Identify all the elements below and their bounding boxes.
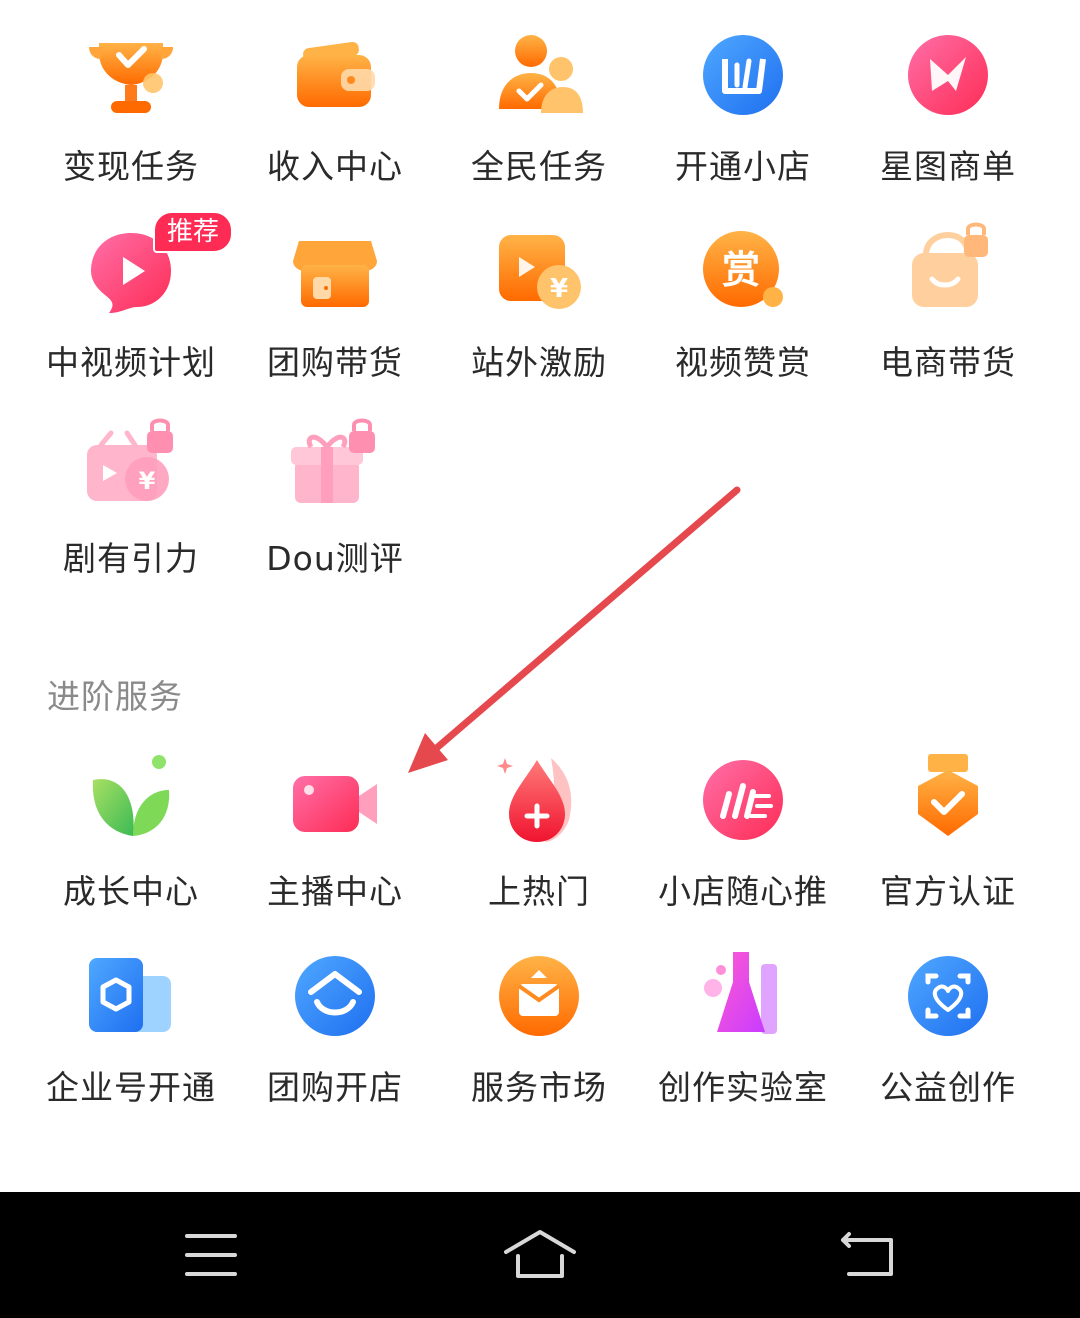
grid-item-enterprise-account[interactable]: 企业号开通 xyxy=(29,931,233,1111)
grid-item-dou-review[interactable]: Dou测评 xyxy=(233,402,437,582)
system-navigation-bar xyxy=(0,1192,1080,1318)
grid-item-label: 创作实验室 xyxy=(658,1068,828,1107)
grid-item-label: 公益创作 xyxy=(880,1068,1016,1107)
reward-coin-icon: 赏 xyxy=(693,221,793,321)
grid-item-label: 团购开店 xyxy=(267,1068,403,1107)
trophy-icon xyxy=(81,25,181,125)
menu-icon xyxy=(185,1234,237,1276)
grid-item-label: 电商带货 xyxy=(880,343,1016,382)
reward-glyph: 赏 xyxy=(722,248,760,292)
grid-item-label: 团购带货 xyxy=(267,343,403,382)
back-icon xyxy=(841,1232,893,1276)
grid-item-streamer-center[interactable]: 主播中心 xyxy=(233,735,437,915)
grid-item-group-buy-open-shop[interactable]: 团购开店 xyxy=(233,931,437,1111)
badge-check-icon xyxy=(898,750,998,850)
grid-item-label: 服务市场 xyxy=(471,1068,607,1107)
storefront-icon xyxy=(285,221,385,321)
grid-item-label: 站外激励 xyxy=(471,343,607,382)
grid-item-label: 变现任务 xyxy=(63,147,199,186)
grid-item-open-shop[interactable]: 开通小店 xyxy=(641,10,845,190)
services-panel: 变现任务 收入中心 全民任务 开通小店 星图商单 推荐 中视频计划 团购带货 ¥… xyxy=(0,0,1080,1192)
grid-item-label: 全民任务 xyxy=(471,147,607,186)
svg-text:¥: ¥ xyxy=(550,274,568,304)
wallet-icon xyxy=(285,25,385,125)
grid-item-shop-boost[interactable]: 小店随心推 xyxy=(641,735,845,915)
grid-item-ecommerce-sales[interactable]: 电商带货 xyxy=(846,206,1050,386)
flame-drop-icon xyxy=(489,750,589,850)
grid-item-star-map-orders[interactable]: 星图商单 xyxy=(846,10,1050,190)
grid-item-label: 剧有引力 xyxy=(63,539,199,578)
flask-lab-icon xyxy=(693,946,793,1046)
grid-item-monetize-tasks[interactable]: 变现任务 xyxy=(29,10,233,190)
grid-item-group-buy-sales[interactable]: 团购带货 xyxy=(233,206,437,386)
grid-item-label: 官方认证 xyxy=(880,872,1016,911)
video-camera-icon xyxy=(285,750,385,850)
grid-item-label: 星图商单 xyxy=(880,147,1016,186)
group-buy-shop-icon xyxy=(285,946,385,1046)
drama-yen-lock-icon: ¥ xyxy=(81,417,181,517)
grid-item-label: 上热门 xyxy=(488,872,590,911)
play-bubble-icon: 推荐 xyxy=(81,211,234,321)
shop-logo-icon xyxy=(693,25,793,125)
service-market-icon xyxy=(489,946,589,1046)
enterprise-icon xyxy=(81,946,181,1046)
grid-item-offsite-incentive[interactable]: ¥ 站外激励 xyxy=(437,206,641,386)
grid-item-label: Dou测评 xyxy=(266,539,404,578)
grid-item-label: 小店随心推 xyxy=(658,872,828,911)
grid-item-charity-creation[interactable]: 公益创作 xyxy=(846,931,1050,1111)
shopping-bag-lock-icon xyxy=(898,221,998,321)
grid-item-hot-trending[interactable]: 上热门 xyxy=(437,735,641,915)
section-title-advanced-services: 进阶服务 xyxy=(47,677,183,716)
recommended-badge: 推荐 xyxy=(153,211,234,253)
grid-item-public-tasks[interactable]: 全民任务 xyxy=(437,10,641,190)
grid-item-label: 中视频计划 xyxy=(46,343,216,382)
star-map-icon xyxy=(898,25,998,125)
grid-item-label: 收入中心 xyxy=(267,147,403,186)
back-button[interactable] xyxy=(819,1220,919,1290)
menu-button[interactable] xyxy=(161,1220,261,1290)
grid-item-growth-center[interactable]: 成长中心 xyxy=(29,735,233,915)
people-check-icon xyxy=(489,25,589,125)
grid-item-label: 视频赞赏 xyxy=(675,343,811,382)
grid-item-income-center[interactable]: 收入中心 xyxy=(233,10,437,190)
grid-item-video-tips[interactable]: 赏 视频赞赏 xyxy=(641,206,845,386)
speed-lines-icon xyxy=(693,750,793,850)
home-button[interactable] xyxy=(490,1220,590,1290)
grid-item-mid-video-plan[interactable]: 推荐 中视频计划 xyxy=(29,206,234,386)
grid-item-label: 主播中心 xyxy=(267,872,403,911)
svg-text:¥: ¥ xyxy=(139,467,156,495)
grid-item-label: 企业号开通 xyxy=(46,1068,216,1107)
home-icon xyxy=(504,1230,576,1278)
grid-item-label: 开通小店 xyxy=(675,147,811,186)
leaf-icon xyxy=(81,750,181,850)
charity-heart-icon xyxy=(898,946,998,1046)
grid-item-label: 成长中心 xyxy=(63,872,199,911)
grid-item-service-market[interactable]: 服务市场 xyxy=(437,931,641,1111)
grid-item-creation-lab[interactable]: 创作实验室 xyxy=(641,931,845,1111)
gift-lock-icon xyxy=(285,417,385,517)
grid-item-official-verification[interactable]: 官方认证 xyxy=(846,735,1050,915)
grid-item-drama-gravity[interactable]: ¥ 剧有引力 xyxy=(29,402,233,582)
video-yen-icon: ¥ xyxy=(489,221,589,321)
